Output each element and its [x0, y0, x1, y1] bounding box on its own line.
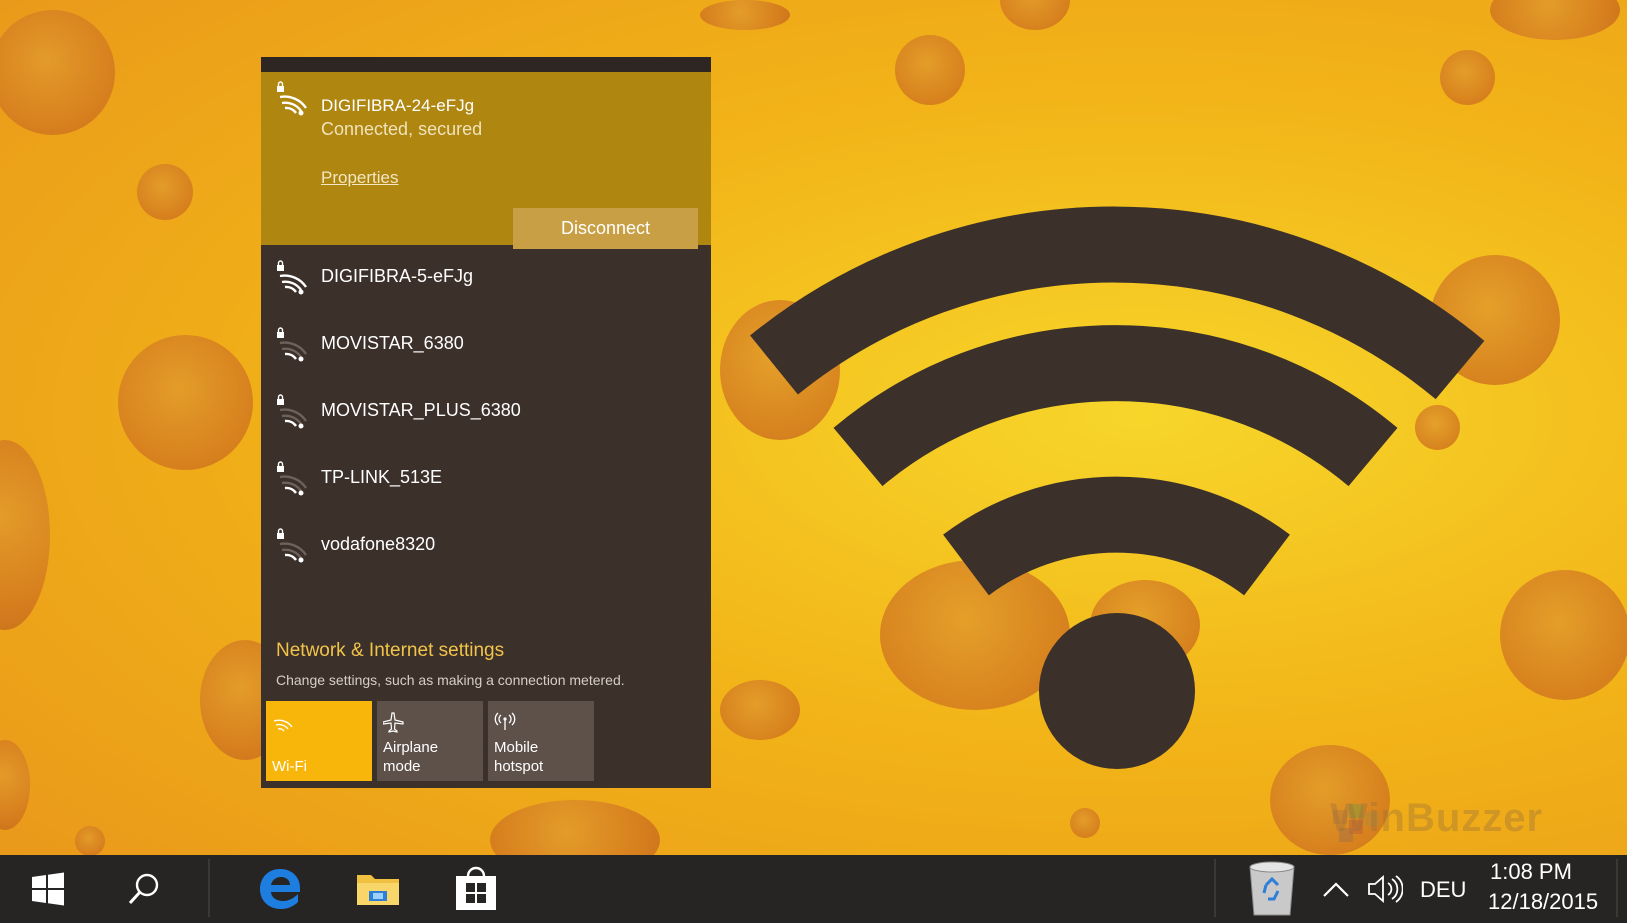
watermark: WinBuzzer [1330, 796, 1544, 840]
airplane-icon [383, 712, 404, 733]
wifi-tile-label: Wi-Fi [272, 758, 307, 775]
volume-icon [1368, 875, 1403, 903]
properties-link[interactable]: Properties [321, 168, 398, 188]
network-settings-link[interactable]: Network & Internet settings [276, 640, 625, 662]
network-item[interactable]: DIGIFIBRA-5-eFJg [261, 245, 711, 312]
flyout-header-bar [261, 57, 711, 72]
network-item[interactable]: MOVISTAR_6380 [261, 312, 711, 379]
chevron-up-icon [1323, 882, 1349, 897]
windows-logo-icon [32, 872, 64, 906]
recycle-bin-icon [1249, 861, 1295, 916]
connection-status: Connected, secured [321, 119, 483, 139]
taskbar-separator [1214, 859, 1216, 917]
taskbar: DEU 1:08 PM 12/18/2015 [0, 855, 1627, 923]
connected-network[interactable]: DIGIFIBRA-24-eFJg Connected, secured Pro… [261, 72, 711, 249]
network-ssid: DIGIFIBRA-5-eFJg [321, 266, 474, 286]
network-ssid: MOVISTAR_6380 [321, 333, 464, 353]
input-language-indicator[interactable]: DEU [1420, 877, 1466, 903]
edge-icon [260, 869, 300, 909]
wifi-lock-icon [277, 81, 307, 116]
file-explorer-icon [357, 875, 399, 905]
wifi-lock-icon [277, 528, 307, 563]
hotspot-label-line1: Mobile [494, 739, 539, 756]
network-item[interactable]: MOVISTAR_PLUS_6380 [261, 379, 711, 446]
network-ssid: MOVISTAR_PLUS_6380 [321, 400, 521, 420]
store-taskbar-button[interactable] [428, 855, 524, 923]
network-settings-section: Network & Internet settings Change setti… [276, 640, 625, 688]
airplane-tile-label: Airplane mode [383, 739, 439, 775]
disconnect-button[interactable]: Disconnect [513, 208, 698, 249]
wifi-toggle-tile[interactable]: Wi-Fi [266, 701, 372, 781]
search-button[interactable] [96, 855, 192, 923]
search-icon [128, 873, 159, 905]
connected-ssid: DIGIFIBRA-24-eFJg [321, 96, 475, 115]
store-icon [456, 866, 496, 910]
network-settings-description: Change settings, such as making a connec… [276, 672, 625, 688]
wifi-icon [273, 719, 293, 732]
wifi-lock-icon [277, 394, 307, 429]
hotspot-label-line2: hotspot [494, 758, 544, 775]
wifi-lock-icon [277, 327, 307, 362]
hotspot-tile-label: Mobile hotspot [494, 738, 590, 776]
desktop-wallpaper [0, 0, 1627, 855]
wifi-lock-icon [277, 461, 307, 496]
show-desktop-button[interactable] [1616, 859, 1618, 917]
clock-date[interactable]: 12/18/2015 [1488, 889, 1598, 915]
network-item[interactable]: TP-LINK_513E [261, 446, 711, 513]
show-hidden-icons-button[interactable] [1318, 855, 1354, 923]
recycle-bin-button[interactable] [1228, 855, 1316, 923]
airplane-mode-tile[interactable]: Airplane mode [377, 701, 483, 781]
mobile-hotspot-tile[interactable]: Mobile hotspot [488, 701, 594, 781]
clock-time[interactable]: 1:08 PM [1490, 859, 1572, 885]
network-ssid: vodafone8320 [321, 534, 436, 554]
volume-button[interactable] [1364, 855, 1406, 923]
network-flyout: DIGIFIBRA-24-eFJg Connected, secured Pro… [261, 57, 711, 788]
edge-taskbar-button[interactable] [232, 855, 328, 923]
network-item[interactable]: vodafone8320 [261, 513, 711, 580]
start-button[interactable] [0, 855, 96, 923]
wifi-lock-icon [277, 260, 307, 295]
taskbar-separator [208, 859, 210, 917]
file-explorer-taskbar-button[interactable] [330, 855, 426, 923]
quick-action-tiles: Wi-Fi Airplane mode Mobile hotspot [266, 701, 594, 781]
network-ssid: TP-LINK_513E [321, 467, 443, 487]
wifi-illustration-icon [750, 206, 1485, 769]
hotspot-icon [494, 712, 516, 730]
